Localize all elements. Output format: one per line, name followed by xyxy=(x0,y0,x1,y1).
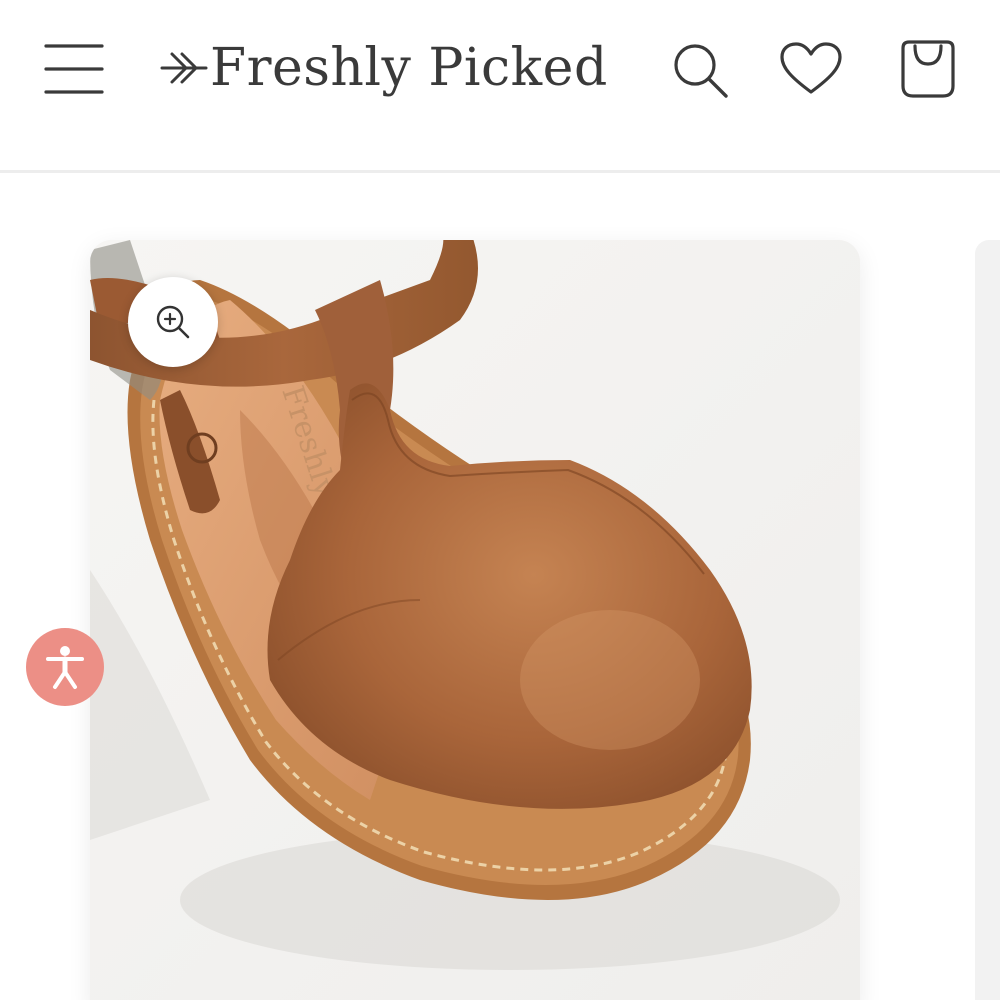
hamburger-menu-icon xyxy=(44,44,104,94)
zoom-in-icon xyxy=(156,305,190,339)
wishlist-button[interactable] xyxy=(778,40,844,98)
accessibility-person-icon xyxy=(46,646,84,689)
arrow-logo-icon xyxy=(160,52,208,84)
heart-icon xyxy=(780,42,842,94)
product-page: Freshly Picked xyxy=(0,0,1000,1000)
search-icon xyxy=(674,44,728,98)
shopping-bag-icon xyxy=(901,40,955,98)
sandal-illustration: Freshly Picked xyxy=(90,240,860,1000)
zoom-button[interactable] xyxy=(128,277,218,367)
menu-button[interactable] xyxy=(40,38,110,100)
next-image-peek[interactable] xyxy=(975,240,1000,1000)
cart-button[interactable] xyxy=(895,36,961,102)
brand-logo[interactable]: Freshly Picked xyxy=(160,28,608,108)
site-header: Freshly Picked xyxy=(0,0,1000,170)
logo-text: Freshly Picked xyxy=(210,38,608,98)
search-button[interactable] xyxy=(670,40,732,102)
product-image[interactable]: Freshly Picked xyxy=(90,240,860,1000)
accessibility-button[interactable] xyxy=(26,628,104,706)
